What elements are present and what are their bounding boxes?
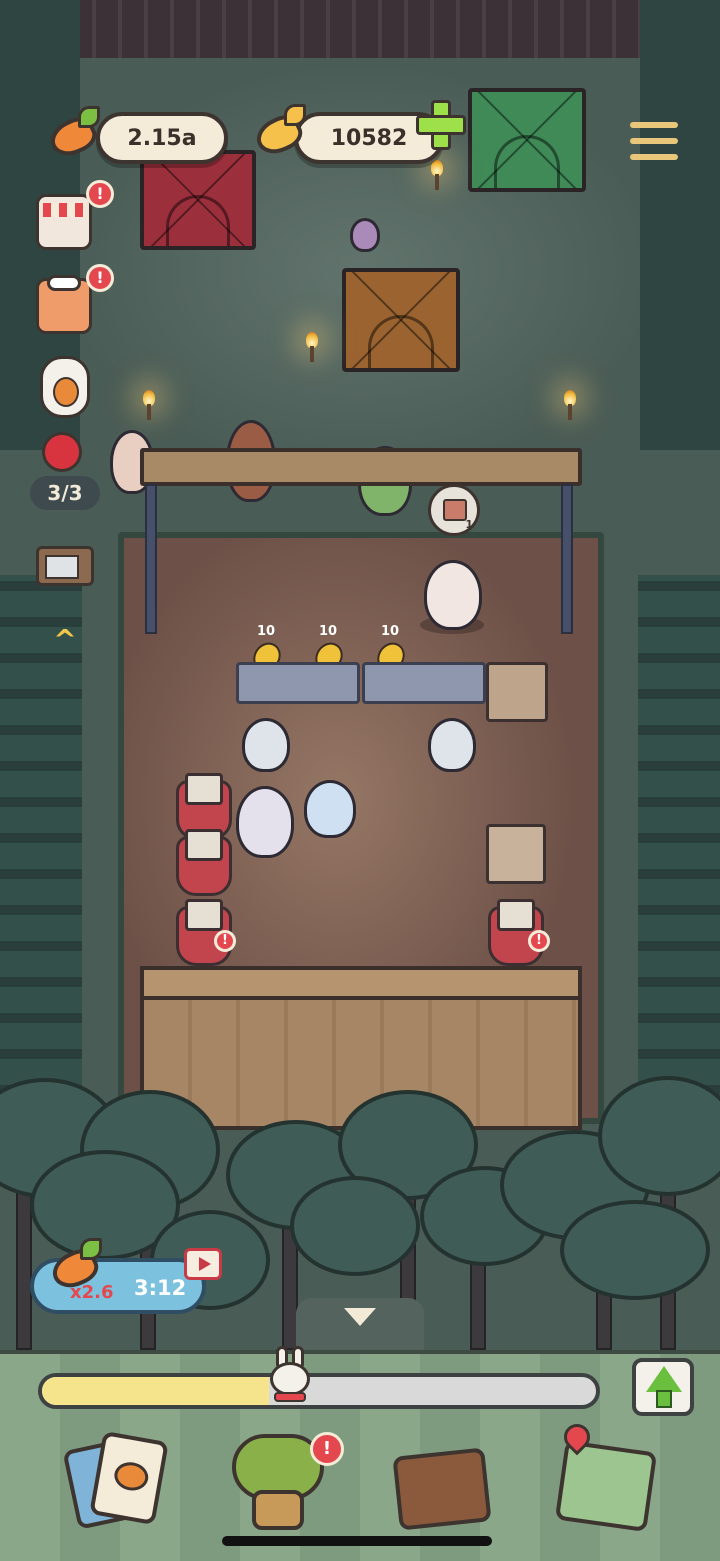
- forest-right: [640, 0, 720, 450]
- tent-green[interactable]: [468, 88, 586, 192]
- torch: [305, 332, 319, 362]
- hedge-right: [638, 575, 720, 1095]
- chevron-down-icon: [344, 1308, 376, 1326]
- torch: [563, 390, 577, 420]
- tent-red[interactable]: [140, 150, 256, 250]
- carrot-drop-amount: 10: [318, 624, 338, 639]
- stage-post: [561, 484, 573, 634]
- tree: [290, 1176, 420, 1276]
- recipes-button[interactable]: [62, 1430, 174, 1534]
- wooden-fence: [70, 0, 650, 58]
- watch-ad-icon[interactable]: [184, 1248, 222, 1280]
- gold-carrot-value: 10582: [330, 125, 408, 151]
- fortune-bag-icon[interactable]: [40, 356, 90, 418]
- toolbox-button[interactable]: [386, 1430, 498, 1534]
- torch: [430, 160, 444, 190]
- tree: [560, 1200, 710, 1300]
- dish-icon: [443, 499, 467, 521]
- stage-front-beam: [140, 966, 582, 1000]
- tent-brown[interactable]: [342, 268, 460, 372]
- chef-portrait-icon[interactable]: [36, 275, 92, 334]
- stage-roof-beam: [140, 448, 582, 486]
- bunny-progress-marker: [262, 1346, 316, 1408]
- carrot-drop-amount: 10: [380, 624, 400, 639]
- level-progress-fill: [42, 1377, 270, 1405]
- shop-alert-badge: !: [86, 180, 114, 208]
- carrot-drop-amount: 10: [256, 624, 276, 639]
- serving-counter[interactable]: [236, 662, 360, 704]
- chicken-waiter[interactable]: [428, 718, 476, 772]
- chef-cow[interactable]: [424, 560, 482, 630]
- serving-counter[interactable]: [362, 662, 486, 704]
- carrot-icon: [44, 106, 102, 163]
- apple-icon: [42, 432, 82, 472]
- wandering-critter[interactable]: [350, 218, 380, 252]
- golden-carrot-icon: [250, 104, 308, 161]
- toolbox-icon: [392, 1447, 492, 1531]
- chevron-up-icon[interactable]: ^: [50, 626, 80, 654]
- chicken-cook[interactable]: [304, 780, 356, 838]
- map-icon: [554, 1439, 658, 1533]
- carrot-icon: [46, 1238, 104, 1295]
- upgrade-button[interactable]: [632, 1358, 694, 1416]
- cooking-station[interactable]: [176, 829, 232, 896]
- tv-ad-icon[interactable]: [36, 546, 94, 586]
- bunny-chef[interactable]: [236, 786, 294, 858]
- order-count: 1: [465, 518, 473, 531]
- boost-time: 3:12: [134, 1276, 187, 1300]
- wood-counter[interactable]: [486, 662, 548, 722]
- arrow-up-icon: [646, 1366, 682, 1392]
- customer-capacity: 3/3: [30, 476, 100, 510]
- carrot-rate-pill[interactable]: 2.15a: [96, 112, 228, 164]
- menu-button[interactable]: [630, 120, 678, 164]
- stage-post: [145, 484, 157, 634]
- add-currency-button[interactable]: [416, 100, 466, 150]
- upgrade-alert-badge: !: [310, 1432, 344, 1466]
- level-progress-bar: [38, 1373, 600, 1409]
- chicken-waiter[interactable]: [242, 718, 290, 772]
- recipes-cards-icon: [89, 1430, 169, 1526]
- order-bubble[interactable]: 1: [428, 484, 480, 536]
- shop-stall-icon[interactable]: [36, 194, 92, 250]
- carrot-rate-value: 2.15a: [127, 125, 197, 151]
- torch: [142, 390, 156, 420]
- station-alert-badge: !: [528, 930, 550, 952]
- storage-crate[interactable]: [486, 824, 546, 884]
- home-indicator[interactable]: [222, 1536, 492, 1546]
- map-button[interactable]: [552, 1418, 664, 1534]
- chef-alert-badge: !: [86, 264, 114, 292]
- station-alert-badge: !: [214, 930, 236, 952]
